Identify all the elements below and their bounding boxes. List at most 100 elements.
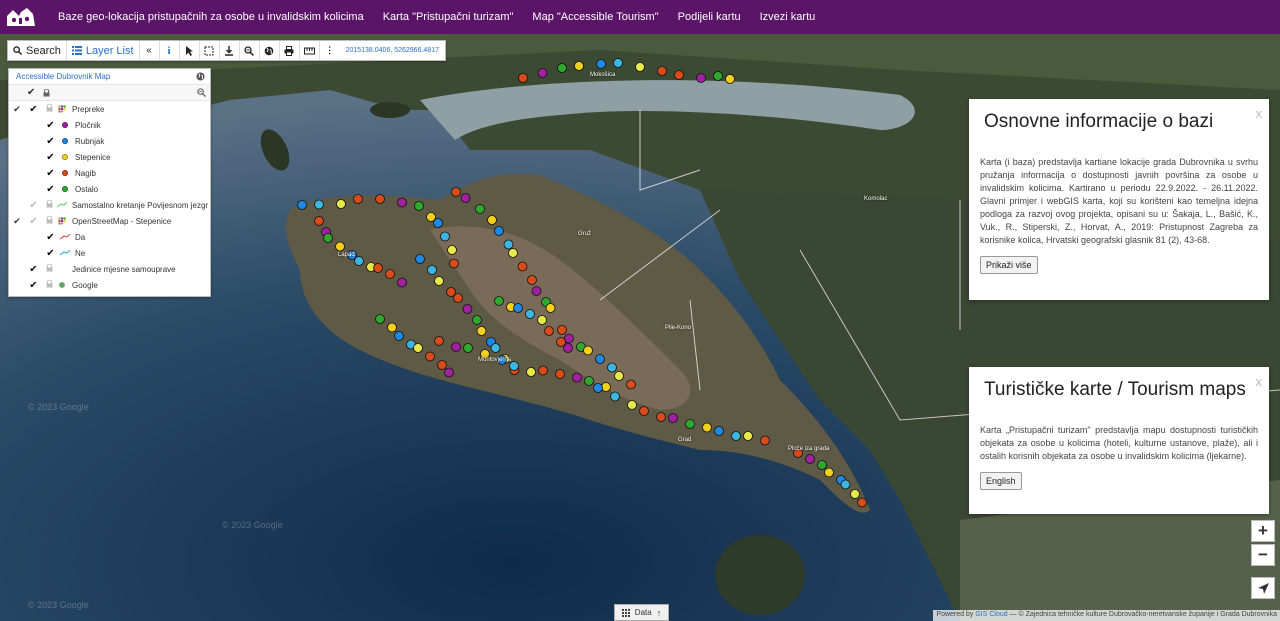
accessibility-marker[interactable] — [537, 68, 548, 78]
map-title[interactable]: Accessible Dubrovnik Map — [16, 72, 110, 81]
accessibility-marker[interactable] — [517, 261, 528, 272]
accessibility-marker[interactable] — [574, 61, 584, 71]
info-button[interactable]: i — [160, 41, 180, 60]
accessibility-marker[interactable] — [425, 351, 435, 362]
accessibility-marker[interactable] — [518, 73, 528, 83]
accessibility-marker[interactable] — [415, 254, 425, 264]
accessibility-marker[interactable] — [397, 197, 407, 208]
accessibility-marker[interactable] — [544, 326, 554, 336]
accessibility-marker[interactable] — [545, 303, 556, 313]
measure-button[interactable] — [300, 41, 320, 60]
lock-icon[interactable] — [42, 103, 56, 114]
zoom-out-button[interactable]: − — [1251, 544, 1275, 566]
nav-item-share-map[interactable]: Podijeli kartu — [678, 11, 741, 23]
box-select-button[interactable] — [200, 41, 220, 60]
accessibility-marker[interactable] — [572, 372, 582, 383]
accessibility-marker[interactable] — [314, 199, 324, 210]
accessibility-marker[interactable] — [387, 322, 397, 333]
accessibility-marker[interactable] — [626, 379, 636, 390]
accessibility-marker[interactable] — [537, 315, 547, 325]
accessibility-marker[interactable] — [526, 367, 536, 377]
accessibility-marker[interactable] — [725, 74, 735, 84]
accessibility-marker[interactable] — [525, 309, 535, 319]
show-more-button[interactable]: Prikaži više — [980, 256, 1038, 274]
accessibility-marker[interactable] — [850, 489, 860, 499]
accessibility-marker[interactable] — [314, 216, 324, 226]
accessibility-marker[interactable] — [513, 303, 523, 313]
nav-item-export-map[interactable]: Izvezi kartu — [760, 11, 816, 23]
layer-row-prepreke[interactable]: ✔ ✔ Prepreke — [9, 101, 210, 117]
accessibility-marker[interactable] — [414, 201, 424, 211]
collapse-button[interactable]: « — [140, 41, 160, 60]
accessibility-marker[interactable] — [472, 315, 482, 325]
accessibility-marker[interactable] — [857, 497, 867, 508]
accessibility-marker[interactable] — [427, 265, 437, 275]
layer-visibility-checkbox[interactable]: ✔ — [42, 136, 59, 147]
accessibility-marker[interactable] — [451, 187, 461, 197]
accessibility-marker[interactable] — [437, 360, 447, 370]
nav-item-database[interactable]: Baze geo-lokacija pristupačnih za osobe … — [58, 11, 364, 23]
accessibility-marker[interactable] — [613, 58, 623, 68]
accessibility-marker[interactable] — [731, 431, 741, 441]
accessibility-marker[interactable] — [335, 241, 345, 252]
accessibility-marker[interactable] — [563, 343, 573, 353]
accessibility-marker[interactable] — [508, 248, 518, 258]
check-all-icon[interactable]: ✔ — [27, 87, 35, 98]
accessibility-marker[interactable] — [601, 382, 611, 392]
lock-icon[interactable] — [42, 199, 56, 210]
close-icon[interactable]: x — [1256, 106, 1263, 121]
accessibility-marker[interactable] — [584, 376, 594, 386]
accessibility-marker[interactable] — [413, 343, 423, 353]
accessibility-marker[interactable] — [336, 199, 346, 209]
accessibility-marker[interactable] — [760, 435, 770, 446]
lock-icon[interactable] — [42, 263, 56, 274]
layer-row-ne[interactable]: ✔ Ne — [9, 245, 210, 261]
english-button[interactable]: English — [980, 472, 1022, 490]
lock-icon[interactable] — [42, 279, 56, 290]
accessibility-marker[interactable] — [449, 258, 459, 269]
accessibility-marker[interactable] — [555, 369, 565, 379]
layer-visibility-checkbox[interactable]: ✔ — [25, 104, 42, 115]
layer-row-samostalno-kretanje[interactable]: ✔ Samostalno kretanje Povijesnom jezgr — [9, 197, 210, 213]
accessibility-marker[interactable] — [713, 71, 723, 81]
accessibility-marker[interactable] — [297, 200, 307, 210]
accessibility-marker[interactable] — [583, 345, 593, 356]
accessibility-marker[interactable] — [614, 371, 624, 381]
layer-visibility-checkbox[interactable]: ✔ — [42, 184, 59, 195]
accessibility-marker[interactable] — [840, 479, 851, 490]
logo-icon[interactable] — [3, 0, 39, 34]
accessibility-marker[interactable] — [447, 245, 457, 255]
layer-visibility-checkbox[interactable]: ✔ — [42, 248, 59, 259]
locate-button[interactable] — [1251, 577, 1275, 599]
layer-row-google[interactable]: ✔ Google — [9, 277, 210, 293]
accessibility-marker[interactable] — [805, 454, 815, 464]
layer-row-nagib[interactable]: ✔ Nagib — [9, 165, 210, 181]
accessibility-marker[interactable] — [375, 314, 385, 324]
layer-visibility-checkbox[interactable]: ✔ — [25, 216, 42, 227]
accessibility-marker[interactable] — [538, 365, 548, 376]
accessibility-marker[interactable] — [668, 413, 678, 423]
layer-visibility-checkbox[interactable]: ✔ — [42, 232, 59, 243]
layer-visibility-checkbox[interactable]: ✔ — [42, 152, 59, 163]
layer-visibility-checkbox[interactable]: ✔ — [25, 264, 42, 275]
close-icon[interactable]: x — [1256, 374, 1263, 389]
accessibility-marker[interactable] — [397, 277, 407, 288]
accessibility-marker[interactable] — [353, 194, 363, 204]
accessibility-marker[interactable] — [824, 467, 834, 478]
nav-item-accessible-tourism-en[interactable]: Map "Accessible Tourism" — [532, 11, 658, 23]
accessibility-marker[interactable] — [385, 269, 395, 279]
gis-cloud-link[interactable]: GIS Cloud — [975, 611, 1007, 618]
accessibility-marker[interactable] — [434, 276, 444, 286]
accessibility-marker[interactable] — [674, 70, 684, 80]
accessibility-marker[interactable] — [593, 383, 603, 393]
accessibility-marker[interactable] — [463, 343, 473, 353]
layer-row-ostalo[interactable]: ✔ Ostalo — [9, 181, 210, 197]
accessibility-marker[interactable] — [434, 336, 444, 346]
accessibility-marker[interactable] — [444, 367, 454, 378]
accessibility-marker[interactable] — [453, 293, 463, 303]
accessibility-marker[interactable] — [639, 406, 649, 416]
accessibility-marker[interactable] — [696, 73, 706, 83]
layer-row-da[interactable]: ✔ Da — [9, 229, 210, 245]
accessibility-marker[interactable] — [494, 296, 504, 306]
accessibility-marker[interactable] — [557, 63, 567, 73]
